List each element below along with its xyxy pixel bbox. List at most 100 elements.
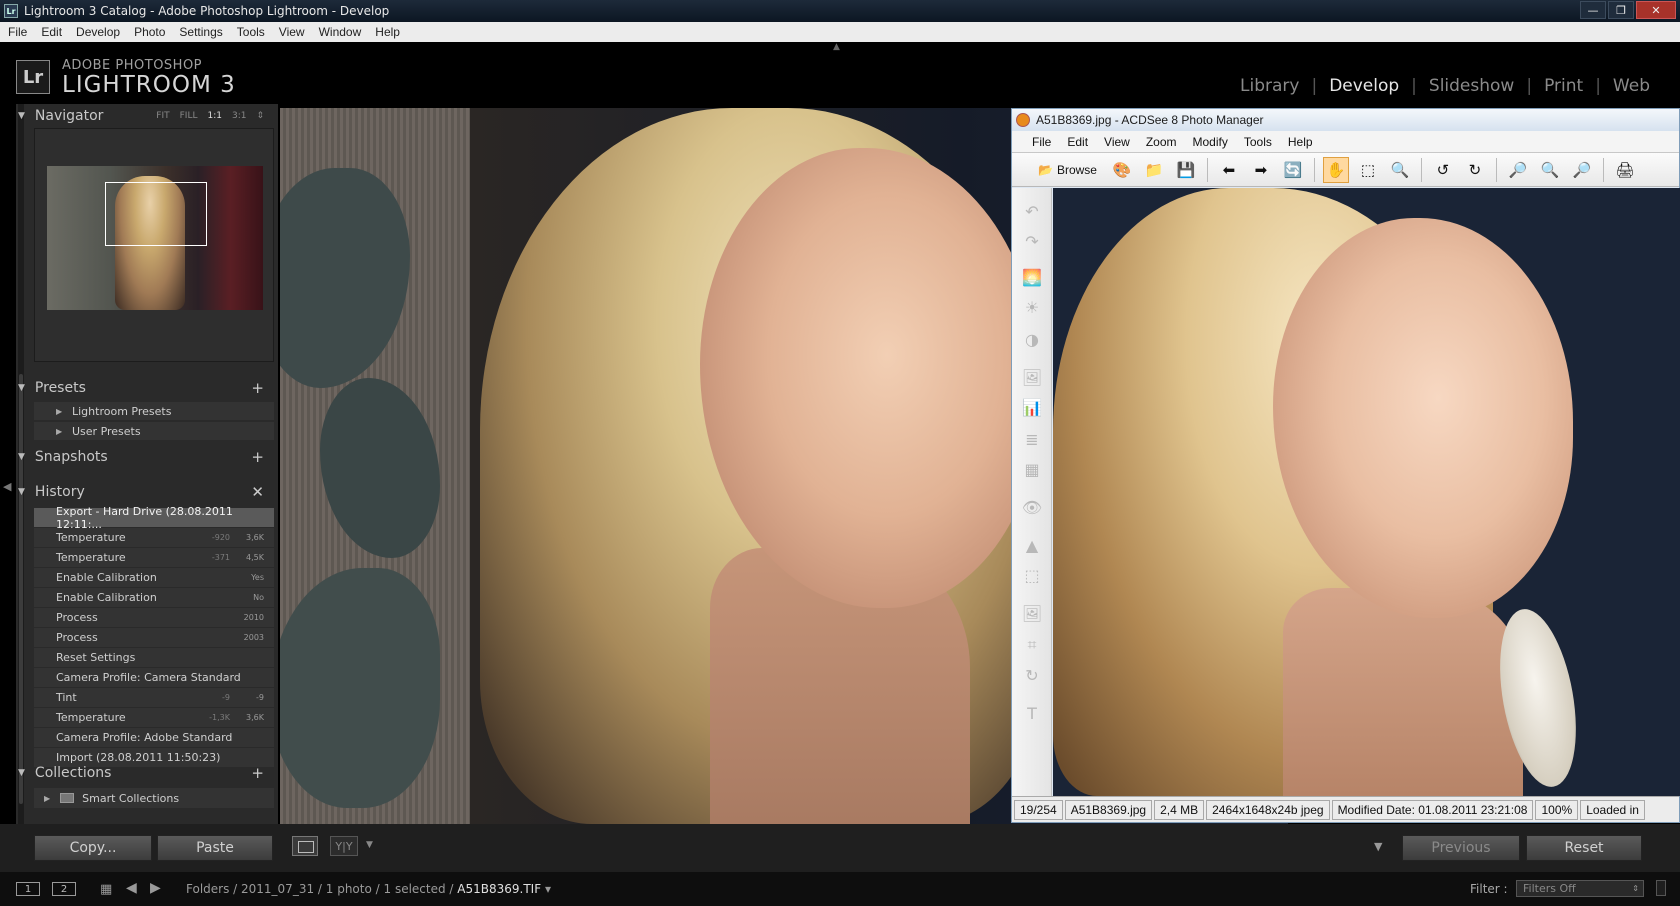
minimize-button[interactable]: —: [1580, 1, 1606, 19]
contrast-icon[interactable]: ◑: [1019, 326, 1045, 352]
navigator-header[interactable]: ▼ Navigator FIT FILL 1:1 3:1 ⇕: [18, 104, 276, 128]
top-panel-toggle-icon[interactable]: ▲: [833, 42, 840, 52]
module-print[interactable]: Print: [1544, 76, 1583, 96]
collapse-triangle-icon[interactable]: ▼: [18, 452, 25, 462]
expand-triangle-icon[interactable]: ▶: [44, 794, 50, 803]
browse-button[interactable]: 📂 Browse: [1032, 157, 1103, 183]
acdsee-menu-view[interactable]: View: [1104, 135, 1130, 149]
rotate-right-icon[interactable]: ↻: [1462, 157, 1488, 183]
history-step[interactable]: Tint -9 -9: [34, 688, 274, 707]
acdsee-menu-tools[interactable]: Tools: [1244, 135, 1272, 149]
filter-select[interactable]: Filters Off ⇕: [1516, 880, 1644, 897]
menu-file[interactable]: File: [8, 25, 27, 39]
auto-advance-icon[interactable]: 🔄: [1280, 157, 1306, 183]
add-collection-icon[interactable]: +: [251, 764, 264, 782]
primary-screen-button[interactable]: 1: [16, 882, 40, 896]
loupe-view-icon[interactable]: [292, 836, 318, 856]
undo-icon[interactable]: ↶: [1019, 198, 1045, 224]
collapse-triangle-icon[interactable]: ▼: [18, 111, 25, 121]
menu-develop[interactable]: Develop: [76, 25, 120, 39]
grid-view-icon[interactable]: ▦: [100, 882, 112, 897]
expand-triangle-icon[interactable]: ▶: [56, 427, 62, 436]
acdsee-menu-modify[interactable]: Modify: [1193, 135, 1228, 149]
menu-help[interactable]: Help: [375, 25, 400, 39]
resize-icon[interactable]: 🖼: [1019, 600, 1045, 626]
history-step[interactable]: Enable Calibration Yes: [34, 568, 274, 587]
history-step[interactable]: Camera Profile: Camera Standard: [34, 668, 274, 687]
red-eye-icon[interactable]: 👁: [1019, 494, 1045, 520]
preset-folder[interactable]: ▶ Lightroom Presets: [34, 402, 274, 421]
color-balance-icon[interactable]: 🖼: [1019, 364, 1045, 390]
menu-settings[interactable]: Settings: [179, 25, 222, 39]
zoom-out-icon[interactable]: 🔍: [1537, 157, 1563, 183]
zoom-1-1[interactable]: 1:1: [207, 111, 221, 121]
module-develop[interactable]: Develop: [1329, 76, 1399, 96]
history-step[interactable]: Process 2003: [34, 628, 274, 647]
zoom-3-1[interactable]: 3:1: [232, 111, 246, 121]
collection-item[interactable]: ▶ Smart Collections: [34, 788, 274, 808]
history-step[interactable]: Export - Hard Drive (28.08.2011 12:11:..…: [34, 505, 274, 531]
previous-image-icon[interactable]: ⬅: [1216, 157, 1242, 183]
history-step[interactable]: Enable Calibration No: [34, 588, 274, 607]
scrollbar-thumb[interactable]: [19, 374, 23, 804]
module-library[interactable]: Library: [1240, 76, 1299, 96]
close-button[interactable]: ✕: [1636, 1, 1676, 19]
crop-icon[interactable]: ⌗: [1019, 632, 1045, 658]
menu-photo[interactable]: Photo: [134, 25, 165, 39]
navigator-zoom-frame[interactable]: [105, 182, 207, 246]
acdsee-image-view[interactable]: [1053, 188, 1680, 796]
toolbar-menu-icon[interactable]: ▼: [1374, 840, 1382, 853]
acdsee-menu-zoom[interactable]: Zoom: [1146, 135, 1177, 149]
navigator-preview[interactable]: [34, 128, 274, 362]
exposure-icon[interactable]: 🌅: [1019, 264, 1045, 290]
edit-image-icon[interactable]: 🎨: [1109, 157, 1135, 183]
menu-tools[interactable]: Tools: [237, 25, 265, 39]
zoom-menu-icon[interactable]: 🔎: [1569, 157, 1595, 183]
acdsee-menu-edit[interactable]: Edit: [1067, 135, 1088, 149]
back-arrow-icon[interactable]: ◀: [126, 880, 137, 896]
zoom-fill[interactable]: FILL: [180, 111, 198, 121]
preset-folder[interactable]: ▶ User Presets: [34, 422, 274, 441]
before-after-icon[interactable]: Y|Y: [330, 836, 358, 856]
source-breadcrumb[interactable]: Folders / 2011_07_31 / 1 photo / 1 selec…: [186, 882, 551, 896]
menu-window[interactable]: Window: [319, 25, 362, 39]
rotate-left-icon[interactable]: ↺: [1430, 157, 1456, 183]
print-icon[interactable]: 🖨: [1612, 157, 1638, 183]
acdsee-window[interactable]: A51B8369.jpg - ACDSee 8 Photo Manager Fi…: [1011, 108, 1680, 823]
effects-icon[interactable]: ⬚: [1019, 562, 1045, 588]
before-after-menu-icon[interactable]: ▼: [366, 840, 373, 850]
zoom-tool-icon[interactable]: 🔍: [1387, 157, 1413, 183]
history-step[interactable]: Process 2010: [34, 608, 274, 627]
add-preset-icon[interactable]: +: [251, 379, 264, 397]
zoom-more-icon[interactable]: ⇕: [256, 111, 264, 121]
select-tool-icon[interactable]: ⬚: [1355, 157, 1381, 183]
rotate-icon[interactable]: ↻: [1019, 662, 1045, 688]
snapshots-header[interactable]: ▼ Snapshots +: [18, 445, 276, 469]
curves-icon[interactable]: ≣: [1019, 426, 1045, 452]
paste-button[interactable]: Paste: [157, 835, 273, 861]
module-web[interactable]: Web: [1613, 76, 1650, 96]
menu-view[interactable]: View: [279, 25, 305, 39]
lighting-icon[interactable]: ☀: [1019, 294, 1045, 320]
filename-menu-icon[interactable]: ▾: [545, 882, 551, 896]
filmstrip-toggle[interactable]: [1656, 880, 1666, 896]
collapse-triangle-icon[interactable]: ▼: [18, 768, 25, 778]
zoom-fit[interactable]: FIT: [156, 111, 169, 121]
history-step[interactable]: Temperature -920 3,6K: [34, 528, 274, 547]
sharpen-icon[interactable]: ▲: [1019, 532, 1045, 558]
zoom-in-icon[interactable]: 🔎: [1505, 157, 1531, 183]
collapse-triangle-icon[interactable]: ▼: [18, 383, 25, 393]
history-header[interactable]: ▼ History ✕: [18, 480, 276, 504]
add-snapshot-icon[interactable]: +: [251, 448, 264, 466]
acdsee-menu-help[interactable]: Help: [1288, 135, 1313, 149]
left-panel-toggle-icon[interactable]: ◀: [3, 480, 11, 493]
levels-icon[interactable]: 📊: [1019, 394, 1045, 420]
menu-edit[interactable]: Edit: [41, 25, 62, 39]
reset-button[interactable]: Reset: [1526, 835, 1642, 861]
forward-arrow-icon[interactable]: ▶: [150, 880, 161, 896]
history-step[interactable]: Camera Profile: Adobe Standard: [34, 728, 274, 747]
copy-button[interactable]: Copy...: [34, 835, 152, 861]
acdsee-title-bar[interactable]: A51B8369.jpg - ACDSee 8 Photo Manager: [1012, 109, 1679, 131]
history-step[interactable]: Reset Settings: [34, 648, 274, 667]
presets-header[interactable]: ▼ Presets +: [18, 376, 276, 400]
